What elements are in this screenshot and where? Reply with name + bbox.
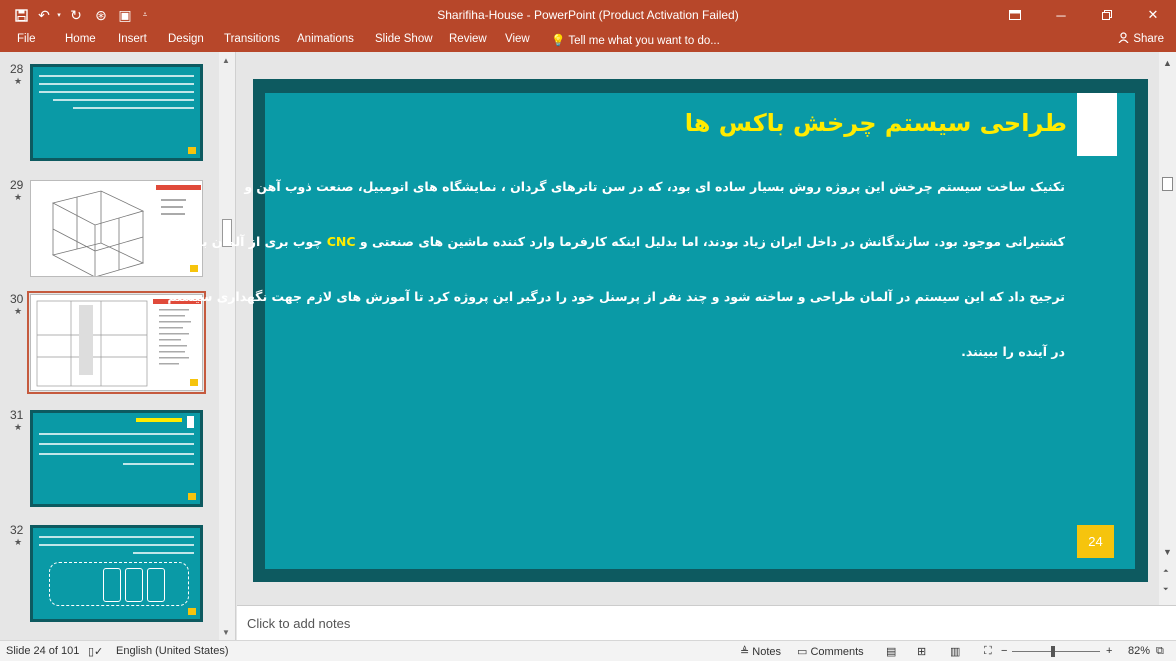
previous-slide-icon[interactable]: ⏶ (1163, 568, 1169, 576)
tab-home[interactable]: Home (65, 33, 96, 45)
transition-star-icon: ★ (14, 422, 23, 432)
zoom-slider[interactable] (1012, 651, 1100, 652)
body-line-2[interactable]: کشتیرانی موجود بود. سازندگانش در داخل ای… (184, 234, 1065, 249)
structure-drawing (51, 185, 201, 276)
close-icon[interactable]: ✕ (1130, 0, 1176, 30)
slide-thumbnail[interactable] (30, 410, 203, 507)
tab-animations[interactable]: Animations (297, 33, 354, 45)
zoom-out-icon[interactable]: − (1001, 645, 1007, 657)
tab-view[interactable]: View (505, 33, 530, 45)
slide-canvas[interactable]: طراحی سیستم چرخش باکس ها تکنیک ساخت سیست… (167, 93, 1135, 569)
thumbnail-slide-29[interactable]: 29 ★ (0, 170, 220, 277)
tab-design[interactable]: Design (168, 33, 204, 45)
section-drawing (36, 299, 201, 387)
comment-icon: ▭ (797, 646, 808, 658)
spelling-icon[interactable]: ▯✓ (88, 645, 103, 658)
slide-title[interactable]: طراحی سیستم چرخش باکس ها (685, 109, 1067, 137)
tell-me-label: Tell me what you want to do... (568, 35, 720, 47)
slide-editor: طراحی سیستم چرخش باکس ها تکنیک ساخت سیست… (167, 52, 1159, 605)
thumbnails-scrollbar[interactable]: ▲ ▼ (219, 52, 235, 640)
share-label: Share (1133, 33, 1164, 45)
customize-icon[interactable]: ⩡ (136, 2, 154, 28)
ribbon-display-icon[interactable] (992, 0, 1038, 30)
slide-sorter-icon[interactable]: ⊞ (917, 645, 926, 658)
notes-button[interactable]: ≜ Notes (740, 645, 781, 658)
redo-icon[interactable]: ↻ (64, 2, 88, 28)
scroll-down-icon[interactable]: ▼ (1163, 547, 1172, 557)
body-line-2-text: کشتیرانی موجود بود. سازندگانش در داخل ای… (359, 234, 1065, 249)
slide-number: 29 (10, 178, 24, 192)
slide-frame: طراحی سیستم چرخش باکس ها تکنیک ساخت سیست… (167, 79, 1148, 582)
chevron-down-icon[interactable]: ▾ (54, 2, 64, 28)
undo-icon[interactable]: ↶ (34, 2, 54, 28)
save-icon[interactable] (8, 2, 34, 28)
slide-thumbnail[interactable] (30, 525, 203, 622)
body-line-4[interactable]: در آینده را ببینند. (961, 344, 1065, 359)
comments-label: Comments (810, 646, 864, 658)
save-as-icon[interactable]: ▣ (114, 2, 136, 28)
zoom-in-icon[interactable]: + (1106, 645, 1112, 657)
tab-insert[interactable]: Insert (118, 33, 147, 45)
scroll-down-icon[interactable]: ▼ (222, 628, 230, 637)
slide-number: 30 (10, 292, 24, 306)
next-slide-icon[interactable]: ⏷ (1163, 586, 1169, 594)
fit-slide-icon[interactable]: ⧉ (1156, 645, 1164, 658)
thumbnail-slide-33[interactable]: 33 (0, 630, 220, 640)
tab-file[interactable]: File (17, 33, 36, 45)
share-button[interactable]: Share (1118, 32, 1164, 46)
slide-number: 28 (10, 62, 24, 76)
title-bar: ↶ ▾ ↻ ⊛ ▣ ⩡ Sharifiha-House - PowerPoint… (0, 0, 1176, 30)
tab-slide-show[interactable]: Slide Show (375, 33, 433, 45)
slideshow-icon[interactable]: ⛶ (984, 645, 992, 658)
window-controls: ─ ✕ (992, 0, 1176, 30)
transition-star-icon: ★ (14, 306, 23, 316)
slide-number: 32 (10, 523, 24, 537)
title-accent-box (1077, 93, 1117, 156)
slide-thumbnail[interactable] (27, 291, 206, 394)
thumbnail-slide-31[interactable]: 31 ★ (0, 400, 220, 507)
scrollbar-thumb[interactable] (1162, 177, 1173, 191)
normal-view-icon[interactable]: ▤ (886, 645, 896, 658)
tell-me-box[interactable]: 💡 Tell me what you want to do... (551, 33, 720, 47)
reading-view-icon[interactable]: ▥ (950, 645, 960, 658)
body-line-2-tail: چوب بری از آلمان بود، (183, 234, 323, 249)
language-indicator[interactable]: English (United States) (116, 645, 229, 657)
thumbnail-slide-28[interactable]: 28 ★ (0, 54, 220, 161)
quick-access-toolbar: ↶ ▾ ↻ ⊛ ▣ ⩡ (0, 0, 154, 30)
notes-icon: ≜ (740, 646, 750, 658)
transition-star-icon: ★ (14, 76, 23, 86)
lightbulb-icon: 💡 (551, 35, 566, 47)
slide-thumbnails-pane: 28 ★ 29 ★ 30 ★ 31 ★ 32 ★ ▲ ▼ (0, 52, 236, 640)
present-icon[interactable]: ⊛ (88, 2, 114, 28)
slide-thumbnail[interactable] (30, 180, 203, 277)
tab-transitions[interactable]: Transitions (224, 33, 280, 45)
slide-page-number: 24 (1077, 525, 1114, 558)
slide-thumbnail[interactable] (30, 64, 203, 161)
scroll-up-icon[interactable]: ▲ (222, 56, 230, 65)
tab-review[interactable]: Review (449, 33, 487, 45)
zoom-level[interactable]: 82% (1128, 645, 1150, 657)
status-bar: Slide 24 of 101 ▯✓ English (United State… (0, 640, 1176, 661)
restore-icon[interactable] (1084, 0, 1130, 30)
slide-number: 31 (10, 408, 24, 422)
notes-pane[interactable]: Click to add notes (237, 605, 1176, 640)
transition-star-icon: ★ (14, 192, 23, 202)
body-line-1[interactable]: تکنیک ساخت سیستم چرخش این پروژه روش بسیا… (244, 179, 1065, 194)
slide-counter: Slide 24 of 101 (6, 645, 80, 657)
editor-scrollbar[interactable]: ▲ ▼ ⏶ ⏷ (1159, 52, 1176, 605)
notes-label: Notes (752, 646, 782, 658)
person-icon (1118, 32, 1129, 46)
cnc-highlight: CNC (326, 234, 356, 249)
transition-star-icon: ★ (14, 537, 23, 547)
comments-button[interactable]: ▭ Comments (797, 645, 864, 658)
scroll-up-icon[interactable]: ▲ (1163, 58, 1172, 68)
notes-placeholder[interactable]: Click to add notes (247, 616, 350, 631)
body-line-3[interactable]: ترجیح داد که این سیستم در آلمان طراحی و … (167, 289, 1065, 304)
minimize-icon[interactable]: ─ (1038, 0, 1084, 30)
zoom-slider-handle[interactable] (1051, 646, 1055, 657)
ribbon-tabs: File Home Insert Design Transitions Anim… (0, 30, 1176, 52)
thumbnail-slide-32[interactable]: 32 ★ (0, 515, 220, 622)
